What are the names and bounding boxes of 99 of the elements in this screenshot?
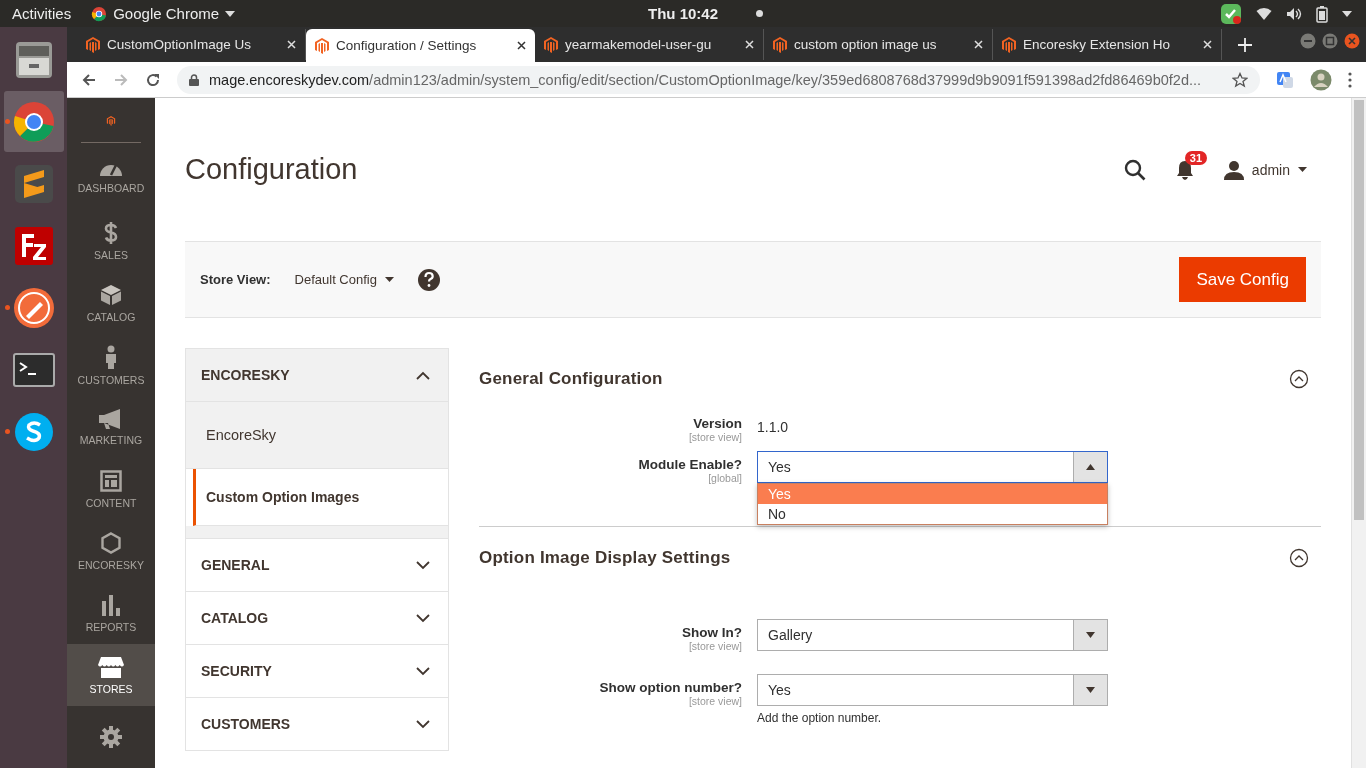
- select-field[interactable]: Yes: [757, 674, 1108, 706]
- chevron-down-icon: [416, 666, 430, 676]
- magento-icon: [315, 37, 329, 54]
- magento-icon: [773, 36, 787, 53]
- wifi-icon[interactable]: [1256, 6, 1272, 21]
- nav-item[interactable]: Custom Option Images: [193, 469, 448, 526]
- back-icon[interactable]: [81, 71, 97, 88]
- magento-icon: [544, 36, 558, 53]
- field-value: 1.1.0: [757, 418, 789, 435]
- help-icon[interactable]: [417, 268, 440, 291]
- menu-item[interactable]: CATALOG: [67, 272, 155, 334]
- store-view-label: Store View:: [200, 272, 271, 287]
- translate-icon[interactable]: [1276, 70, 1294, 89]
- search-icon[interactable]: [1123, 158, 1146, 181]
- caret-down-icon: [1298, 167, 1307, 172]
- menu-item[interactable]: CONTENT: [67, 458, 155, 520]
- magento-icon: [1002, 36, 1016, 53]
- menu-item[interactable]: DASHBOARD: [67, 148, 155, 210]
- activities-button[interactable]: Activities: [0, 5, 84, 22]
- chevron-down-icon: [416, 613, 430, 623]
- notification-count[interactable]: 31: [1184, 150, 1208, 165]
- user-menu[interactable]: admin: [1223, 159, 1307, 180]
- magento-icon: [86, 36, 100, 53]
- save-config-button[interactable]: Save Config: [1179, 257, 1306, 302]
- field-label: Version: [693, 416, 742, 431]
- menu-item[interactable]: SALES: [67, 210, 155, 272]
- section-title[interactable]: General Configuration: [479, 369, 663, 389]
- field-label: Module Enable?: [638, 457, 742, 472]
- nav-section-header[interactable]: GENERAL: [186, 539, 448, 592]
- nav-section-header[interactable]: CUSTOMERS: [186, 698, 448, 751]
- url-text: mage.encoreskydev.com/admin123/admin/system_config/edit/section/CustomOptionImage/key/359ed6808768d37999d9b9091f591398ad2fd86469b0f2d...: [209, 71, 1203, 88]
- scope-label: [global]: [708, 472, 742, 484]
- dollar-icon: [103, 221, 119, 244]
- dropdown-option[interactable]: No: [758, 504, 1107, 524]
- menu-icon[interactable]: [1348, 71, 1352, 88]
- caret-down-icon: [1086, 632, 1095, 638]
- new-tab-icon[interactable]: [1238, 38, 1252, 52]
- storefront-icon: [98, 655, 124, 678]
- caret-down-icon: [225, 10, 236, 17]
- box-icon: [100, 283, 122, 306]
- close-icon[interactable]: [517, 41, 526, 50]
- nav-section-header[interactable]: CATALOG: [186, 592, 448, 645]
- field-label: Show In?: [682, 625, 742, 640]
- postman-icon: [11, 285, 56, 330]
- browser-tab[interactable]: Encoresky Extension Ho: [993, 29, 1222, 60]
- collapse-icon[interactable]: [1289, 548, 1309, 568]
- nav-item[interactable]: EncoreSky: [186, 402, 448, 469]
- scope-label: [store view]: [688, 640, 742, 652]
- caret-down-icon: [1086, 687, 1095, 693]
- scrollbar-thumb[interactable]: [1354, 100, 1364, 520]
- page-title: Configuration: [185, 153, 358, 186]
- chevron-up-icon: [416, 370, 430, 380]
- app-menu[interactable]: Google Chrome: [83, 5, 236, 22]
- layout-icon: [100, 469, 122, 492]
- chrome-icon: [11, 99, 56, 144]
- section-title[interactable]: Option Image Display Settings: [479, 548, 731, 568]
- star-icon[interactable]: [1232, 71, 1248, 88]
- browser-tab[interactable]: Configuration / Settings: [306, 29, 535, 62]
- user-icon: [1223, 159, 1244, 180]
- person-icon: [104, 344, 118, 369]
- caret-down-icon[interactable]: [1342, 10, 1352, 17]
- reload-icon[interactable]: [145, 71, 161, 88]
- chevron-down-icon: [416, 719, 430, 729]
- maximize-icon[interactable]: [1322, 32, 1338, 49]
- minimize-icon[interactable]: [1300, 32, 1316, 49]
- gauge-icon: [99, 164, 123, 177]
- bar-chart-icon: [101, 593, 121, 616]
- menu-item[interactable]: STORES: [67, 644, 155, 706]
- caret-down-icon: [384, 277, 394, 282]
- caret-up-icon: [1086, 464, 1095, 470]
- field-note: Add the option number.: [757, 711, 883, 725]
- clock[interactable]: Thu 10:42: [648, 5, 718, 22]
- scope-label: [store view]: [688, 695, 742, 707]
- dock-item[interactable]: [3, 91, 64, 152]
- notification-dot: [756, 10, 763, 17]
- store-view-dropdown[interactable]: Default Config: [294, 272, 394, 287]
- battery-icon[interactable]: [1316, 4, 1328, 23]
- chrome-icon: [91, 5, 108, 22]
- lock-icon: [189, 73, 199, 86]
- gear-icon: [99, 725, 123, 749]
- update-icon[interactable]: [1220, 2, 1242, 25]
- field-label: Show option number?: [599, 680, 742, 695]
- address-field[interactable]: mage.encoreskydev.com/admin123/admin/system_config/edit/section/CustomOptionImage/key/359ed6808768d37999d9b9091f591398ad2fd86469b0f2d...: [177, 65, 1260, 94]
- select-field[interactable]: Yes: [757, 451, 1108, 483]
- menu-item[interactable]: MARKETING: [67, 396, 155, 458]
- chevron-down-icon: [416, 560, 430, 570]
- nav-section-header[interactable]: SECURITY: [186, 645, 448, 698]
- scope-label: [store view]: [688, 431, 742, 443]
- profile-avatar-icon[interactable]: [1310, 68, 1332, 91]
- nav-section-header[interactable]: ENCORESKY: [186, 349, 448, 402]
- menu-item[interactable]: REPORTS: [67, 582, 155, 644]
- collapse-icon[interactable]: [1289, 369, 1309, 389]
- volume-icon[interactable]: [1286, 6, 1302, 21]
- menu-item[interactable]: ENCORESKY: [67, 520, 155, 582]
- select-field[interactable]: Gallery: [757, 619, 1108, 651]
- menu-item[interactable]: CUSTOMERS: [67, 334, 155, 396]
- browser-tab[interactable]: yearmakemodel-user-gu: [535, 29, 764, 60]
- browser-tab[interactable]: custom option image us: [764, 29, 993, 60]
- hexagon-icon: [101, 531, 121, 554]
